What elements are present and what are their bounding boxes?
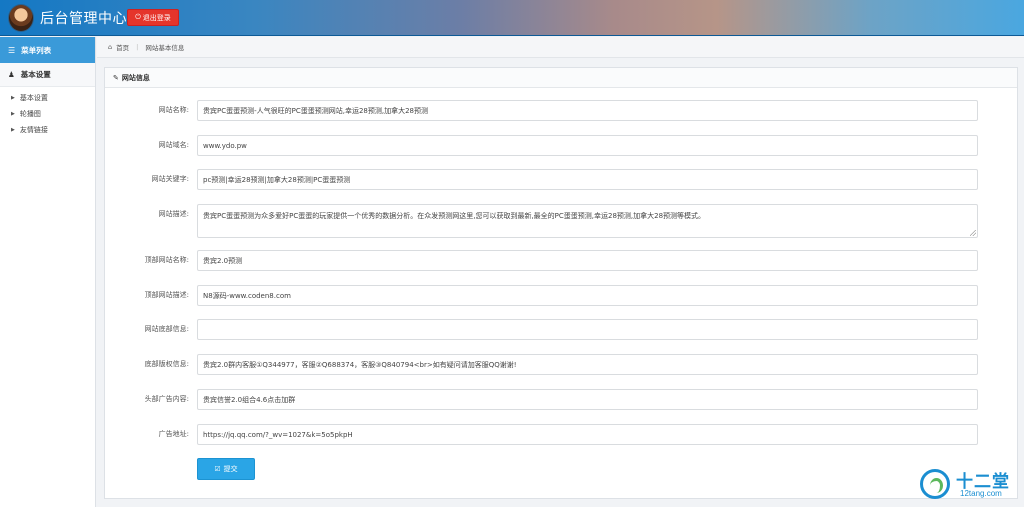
watermark-domain: 12tang.com [960, 489, 1002, 498]
check-icon: ☑ [214, 465, 221, 473]
watermark-emblem-icon [920, 469, 950, 499]
field-label: 网站描述: [158, 210, 189, 218]
panel-header: ✎ 网站信息 [105, 68, 1017, 88]
submit-label: 提交 [223, 465, 238, 473]
field-label: 广告地址: [158, 430, 189, 438]
copyright-input[interactable]: 贵宾2.0群内客服①Q344977，客服②Q688374，客服③Q840794<… [197, 354, 978, 375]
sidebar-item-label: 友情链接 [19, 126, 48, 134]
site-name-input[interactable]: 贵宾PC蛋蛋预测-人气很旺的PC蛋蛋预测网站,幸运28预测,加拿大28预测 [197, 100, 978, 121]
sidebar-menu-title: 菜单列表 [21, 45, 52, 55]
user-icon: ♟ [8, 70, 15, 79]
list-icon: ☰ [8, 45, 16, 55]
keywords-input[interactable]: pc预测|幸运28预测|加拿大28预测|PC蛋蛋预测 [197, 169, 978, 190]
sidebar-group-title: 基本设置 [20, 70, 51, 79]
breadcrumb: ⌂ 首页 | 网站基本信息 [97, 37, 1024, 58]
field-label: 顶部网站描述: [144, 291, 189, 299]
ad-url-input[interactable]: https://jq.qq.com/?_wv=1027&k=5o5pkpH [197, 424, 978, 445]
sidebar: ☰ 菜单列表 ♟ 基本设置 ▶ 基本设置 ▶ 轮播图 ▶ 友情链接 [0, 37, 96, 507]
sidebar-menu-header[interactable]: ☰ 菜单列表 [0, 37, 95, 63]
watermark-logo: 十二堂 12tang.com [920, 466, 1020, 502]
edit-icon: ✎ [113, 73, 119, 82]
sidebar-item-label: 轮播图 [19, 110, 41, 118]
resize-grip-icon[interactable] [970, 230, 976, 236]
power-icon: ⏻ [135, 13, 141, 21]
sidebar-item-carousel[interactable]: ▶ 轮播图 [0, 106, 95, 122]
sidebar-group-basic[interactable]: ♟ 基本设置 [0, 63, 95, 87]
site-info-panel: ✎ 网站信息 网站名称: 贵宾PC蛋蛋预测-人气很旺的PC蛋蛋预测网站,幸运28… [104, 67, 1018, 499]
breadcrumb-separator: | [136, 43, 139, 51]
top-site-desc-input[interactable]: N8源码-www.coden8.com [197, 285, 978, 306]
field-label: 头部广告内容: [144, 395, 189, 403]
field-label: 顶部网站名称: [144, 256, 189, 264]
panel-title: 网站信息 [121, 73, 150, 82]
field-label: 网站底部信息: [144, 325, 189, 333]
submit-button[interactable]: ☑ 提交 [197, 458, 255, 480]
header-ad-input[interactable]: 贵宾信誉2.0组合4.6点击加群 [197, 389, 978, 410]
description-text: 贵宾PC蛋蛋预测为众多爱好PC蛋蛋的玩家提供一个优秀的数据分析。在众发预测网这里… [203, 212, 706, 220]
sidebar-item-links[interactable]: ▶ 友情链接 [0, 122, 95, 138]
breadcrumb-current: 网站基本信息 [145, 44, 185, 52]
field-label: 底部版权信息: [144, 360, 189, 368]
site-domain-input[interactable]: www.ydo.pw [197, 135, 978, 156]
caret-right-icon: ▶ [11, 95, 15, 101]
caret-right-icon: ▶ [11, 127, 15, 133]
sidebar-item-basic-settings[interactable]: ▶ 基本设置 [0, 90, 95, 106]
sidebar-item-label: 基本设置 [19, 94, 48, 102]
field-label: 网站域名: [158, 141, 189, 149]
home-icon: ⌂ [108, 43, 113, 51]
top-site-name-input[interactable]: 贵宾2.0预测 [197, 250, 978, 271]
caret-right-icon: ▶ [11, 111, 15, 117]
footer-info-input[interactable] [197, 319, 978, 340]
field-label: 网站名称: [158, 106, 189, 114]
logout-button[interactable]: ⏻ 退出登录 [127, 9, 179, 26]
logout-label: 退出登录 [142, 13, 171, 22]
field-label: 网站关键字: [151, 175, 189, 183]
app-title: 后台管理中心 [40, 11, 127, 27]
top-header: 后台管理中心 ⏻ 退出登录 [0, 0, 1024, 36]
avatar [8, 4, 34, 32]
breadcrumb-home[interactable]: 首页 [116, 42, 129, 52]
description-textarea[interactable]: 贵宾PC蛋蛋预测为众多爱好PC蛋蛋的玩家提供一个优秀的数据分析。在众发预测网这里… [197, 204, 978, 238]
